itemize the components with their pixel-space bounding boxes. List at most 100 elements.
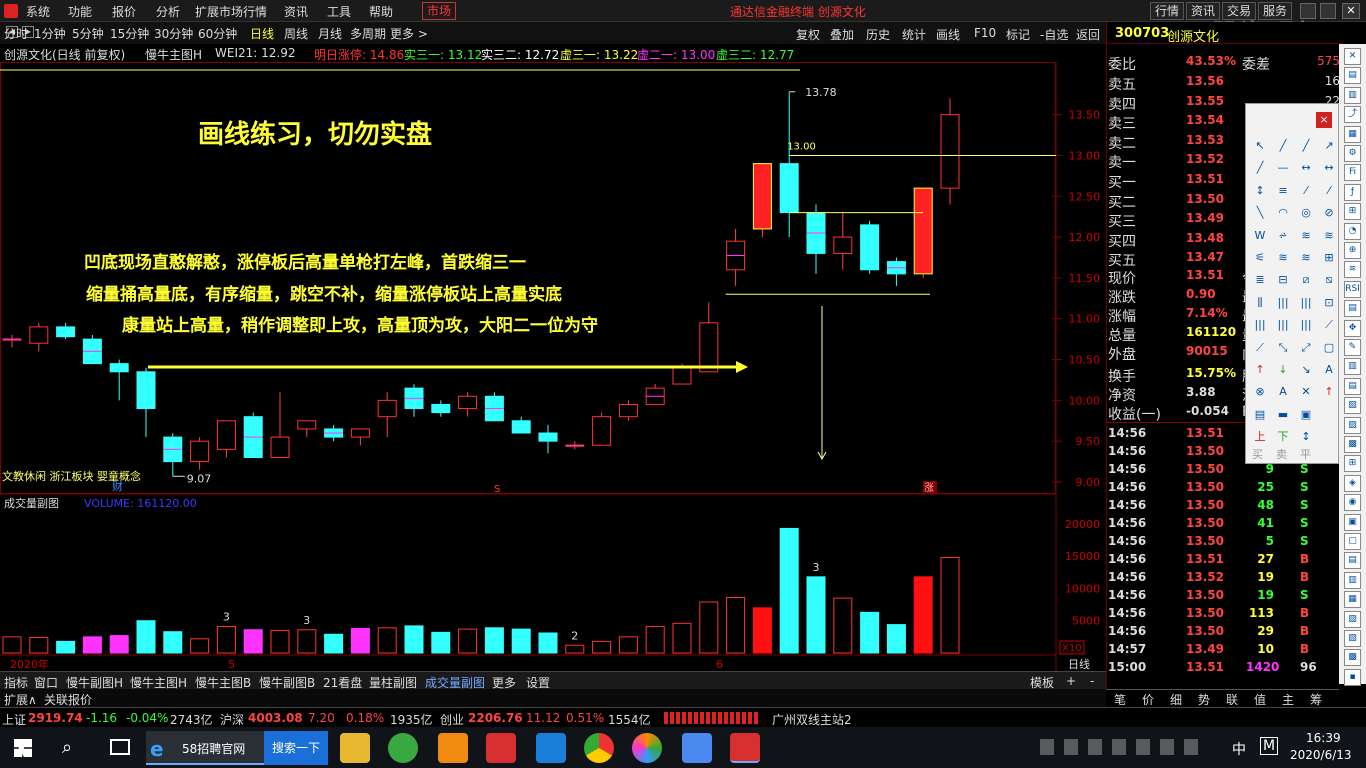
candle-body[interactable] (56, 326, 76, 338)
volume-bar[interactable] (833, 597, 853, 654)
side-pie-icon[interactable]: ◔ (1344, 222, 1361, 240)
draw-tool-up-arrow-icon[interactable]: ↑ (1252, 362, 1268, 378)
side-plus-icon[interactable]: ⊞ (1344, 203, 1361, 221)
side-func-icon[interactable]: ƒ (1344, 183, 1361, 201)
candle-body[interactable] (297, 420, 317, 430)
quote-button[interactable]: 行情 (1150, 2, 1185, 20)
draw-tool-cancel-icon[interactable]: ⊗ (1252, 384, 1268, 400)
draw-tool-fib-icon[interactable]: ⚟ (1252, 250, 1268, 266)
draw-tool-rectangle-icon[interactable]: ▢ (1321, 340, 1337, 356)
draw-tool-down-arrow-icon[interactable]: ↓ (1275, 362, 1291, 378)
draw-tool-vline-icon[interactable]: ↕ (1252, 183, 1268, 199)
side-b3-icon[interactable]: ▧ (1344, 397, 1361, 415)
candle-body[interactable] (109, 363, 129, 373)
tb-restore-rights[interactable]: 复权 (796, 26, 820, 43)
tb-mark[interactable]: 标记 (1006, 26, 1030, 43)
candle-body[interactable] (538, 432, 558, 442)
draw-tool-text2-icon[interactable]: A (1275, 384, 1291, 400)
side-settings-icon[interactable]: ⚙ (1344, 145, 1361, 162)
draw-tool-down-label-icon[interactable]: 下 (1275, 429, 1291, 445)
draw-tool-circle-icon[interactable]: ◎ (1298, 205, 1314, 221)
period-tab-intraday[interactable]: 分时 (4, 25, 28, 42)
volume-bar[interactable] (324, 633, 344, 654)
side-b4-icon[interactable]: ▨ (1344, 416, 1361, 434)
tick-row[interactable]: 14:56 13.51 27 B (1106, 550, 1342, 569)
menu-extended-market[interactable]: 扩展市场行情 (195, 3, 267, 20)
draw-tool-select-icon[interactable]: ↖ (1252, 138, 1268, 154)
app-blue-icon[interactable] (536, 733, 566, 763)
draw-tool-grid-icon[interactable]: ⊞ (1321, 250, 1337, 266)
draw-tool-gann2-icon[interactable]: ≋ (1321, 228, 1337, 244)
nav-detail[interactable]: 细 (1170, 691, 1182, 708)
period-tab-60min[interactable]: 60分钟 (198, 25, 237, 42)
period-tab-1min[interactable]: 1分钟 (34, 25, 66, 42)
side-rsi-icon[interactable]: RSI (1344, 280, 1361, 298)
tick-row[interactable]: 14:56 13.50 48 S (1106, 496, 1342, 515)
draw-tool-backslash-icon[interactable]: ╲ (1252, 205, 1268, 221)
toolbox-close-icon[interactable]: × (1316, 112, 1332, 128)
volume-bar[interactable] (56, 640, 76, 654)
app-green-icon[interactable] (388, 733, 418, 763)
candle-body[interactable] (672, 367, 692, 385)
taskbar-search-button[interactable]: 搜索一下 (264, 731, 328, 765)
task-view-icon[interactable] (110, 739, 130, 755)
volume-bar[interactable] (109, 635, 129, 654)
candle-body[interactable] (752, 163, 772, 230)
draw-tool-bar-icon[interactable]: ▬ (1275, 407, 1291, 423)
draw-tool-ray-icon[interactable]: ╱ (1298, 138, 1314, 154)
search-icon[interactable]: ⌕ (62, 737, 72, 758)
candle-body[interactable] (860, 224, 880, 271)
draw-tool-rect-icon[interactable]: ⊡ (1321, 295, 1337, 311)
nav-main[interactable]: 主 (1282, 691, 1294, 708)
menu-analysis[interactable]: 分析 (156, 3, 180, 20)
volume-bar[interactable] (190, 638, 210, 654)
volume-bar[interactable] (484, 627, 504, 654)
draw-tool-hline-icon[interactable]: — (1275, 160, 1291, 176)
taskbar-app1-label[interactable]: 58招聘官网 (182, 740, 245, 757)
draw-tool-diag-arrow-icon[interactable]: ↘ (1298, 362, 1314, 378)
market-button[interactable]: 市场 (422, 2, 456, 20)
draw-tool-updown-icon[interactable]: ↕ (1298, 429, 1314, 445)
menu-function[interactable]: 功能 (68, 3, 92, 20)
draw-tool-fan-icon[interactable]: ⩫ (1275, 228, 1291, 244)
candle-body[interactable] (940, 114, 960, 189)
draw-tool-wave-icon[interactable]: W (1252, 228, 1268, 244)
toolbox-flat[interactable]: 平 (1300, 446, 1311, 462)
volume-bar[interactable] (538, 632, 558, 654)
volume-bar[interactable] (699, 601, 719, 654)
nav-chips[interactable]: 筹 (1310, 691, 1322, 708)
period-tab-monthly[interactable]: 月线 (318, 25, 342, 42)
tb-return[interactable]: 返回 (1076, 26, 1100, 43)
side-b10-icon[interactable]: ▢ (1344, 533, 1361, 550)
draw-tool-speed-icon[interactable]: ⧄ (1298, 272, 1314, 288)
nav-bi[interactable]: 笔 (1114, 691, 1126, 708)
draw-tool-slash-icon[interactable]: ⁄ (1298, 183, 1314, 199)
draw-tool-line-icon[interactable]: ╱ (1275, 138, 1291, 154)
side-list-icon[interactable]: ▤ (1344, 67, 1361, 85)
nav-value[interactable]: 值 (1254, 691, 1266, 708)
tick-row[interactable]: 15:00 13.51 1420 96 (1106, 658, 1342, 677)
candle-body[interactable] (699, 322, 719, 373)
candle-body[interactable] (270, 436, 290, 459)
draw-tool-angle-icon[interactable]: ⤡ (1275, 340, 1291, 356)
window-close-button[interactable]: ✕ (1342, 3, 1360, 19)
side-target-icon[interactable]: ⊕ (1344, 242, 1361, 259)
volume-bar[interactable] (752, 607, 772, 654)
candle-body[interactable] (190, 440, 210, 463)
volume-bar[interactable] (2, 636, 22, 654)
folder-icon[interactable] (340, 733, 370, 763)
draw-tool-gann-icon[interactable]: ≋ (1298, 228, 1314, 244)
windows-start-icon[interactable] (14, 739, 32, 757)
candle-body[interactable] (458, 395, 478, 410)
volume-bar[interactable] (431, 631, 451, 654)
side-b1-icon[interactable]: ▥ (1344, 358, 1361, 376)
period-tab-30min[interactable]: 30分钟 (154, 25, 193, 42)
ime-m[interactable]: M (1260, 737, 1279, 755)
period-tab-daily[interactable]: 日线 (250, 25, 274, 42)
side-waves-icon[interactable]: ≋ (1344, 261, 1361, 279)
volume-bar[interactable] (297, 629, 317, 654)
side-b14-icon[interactable]: ▧ (1344, 610, 1361, 628)
side-move-icon[interactable]: ✥ (1344, 319, 1361, 337)
tick-row[interactable]: 14:56 13.52 19 B (1106, 568, 1342, 587)
toolbox-sell[interactable]: 卖 (1276, 446, 1287, 462)
